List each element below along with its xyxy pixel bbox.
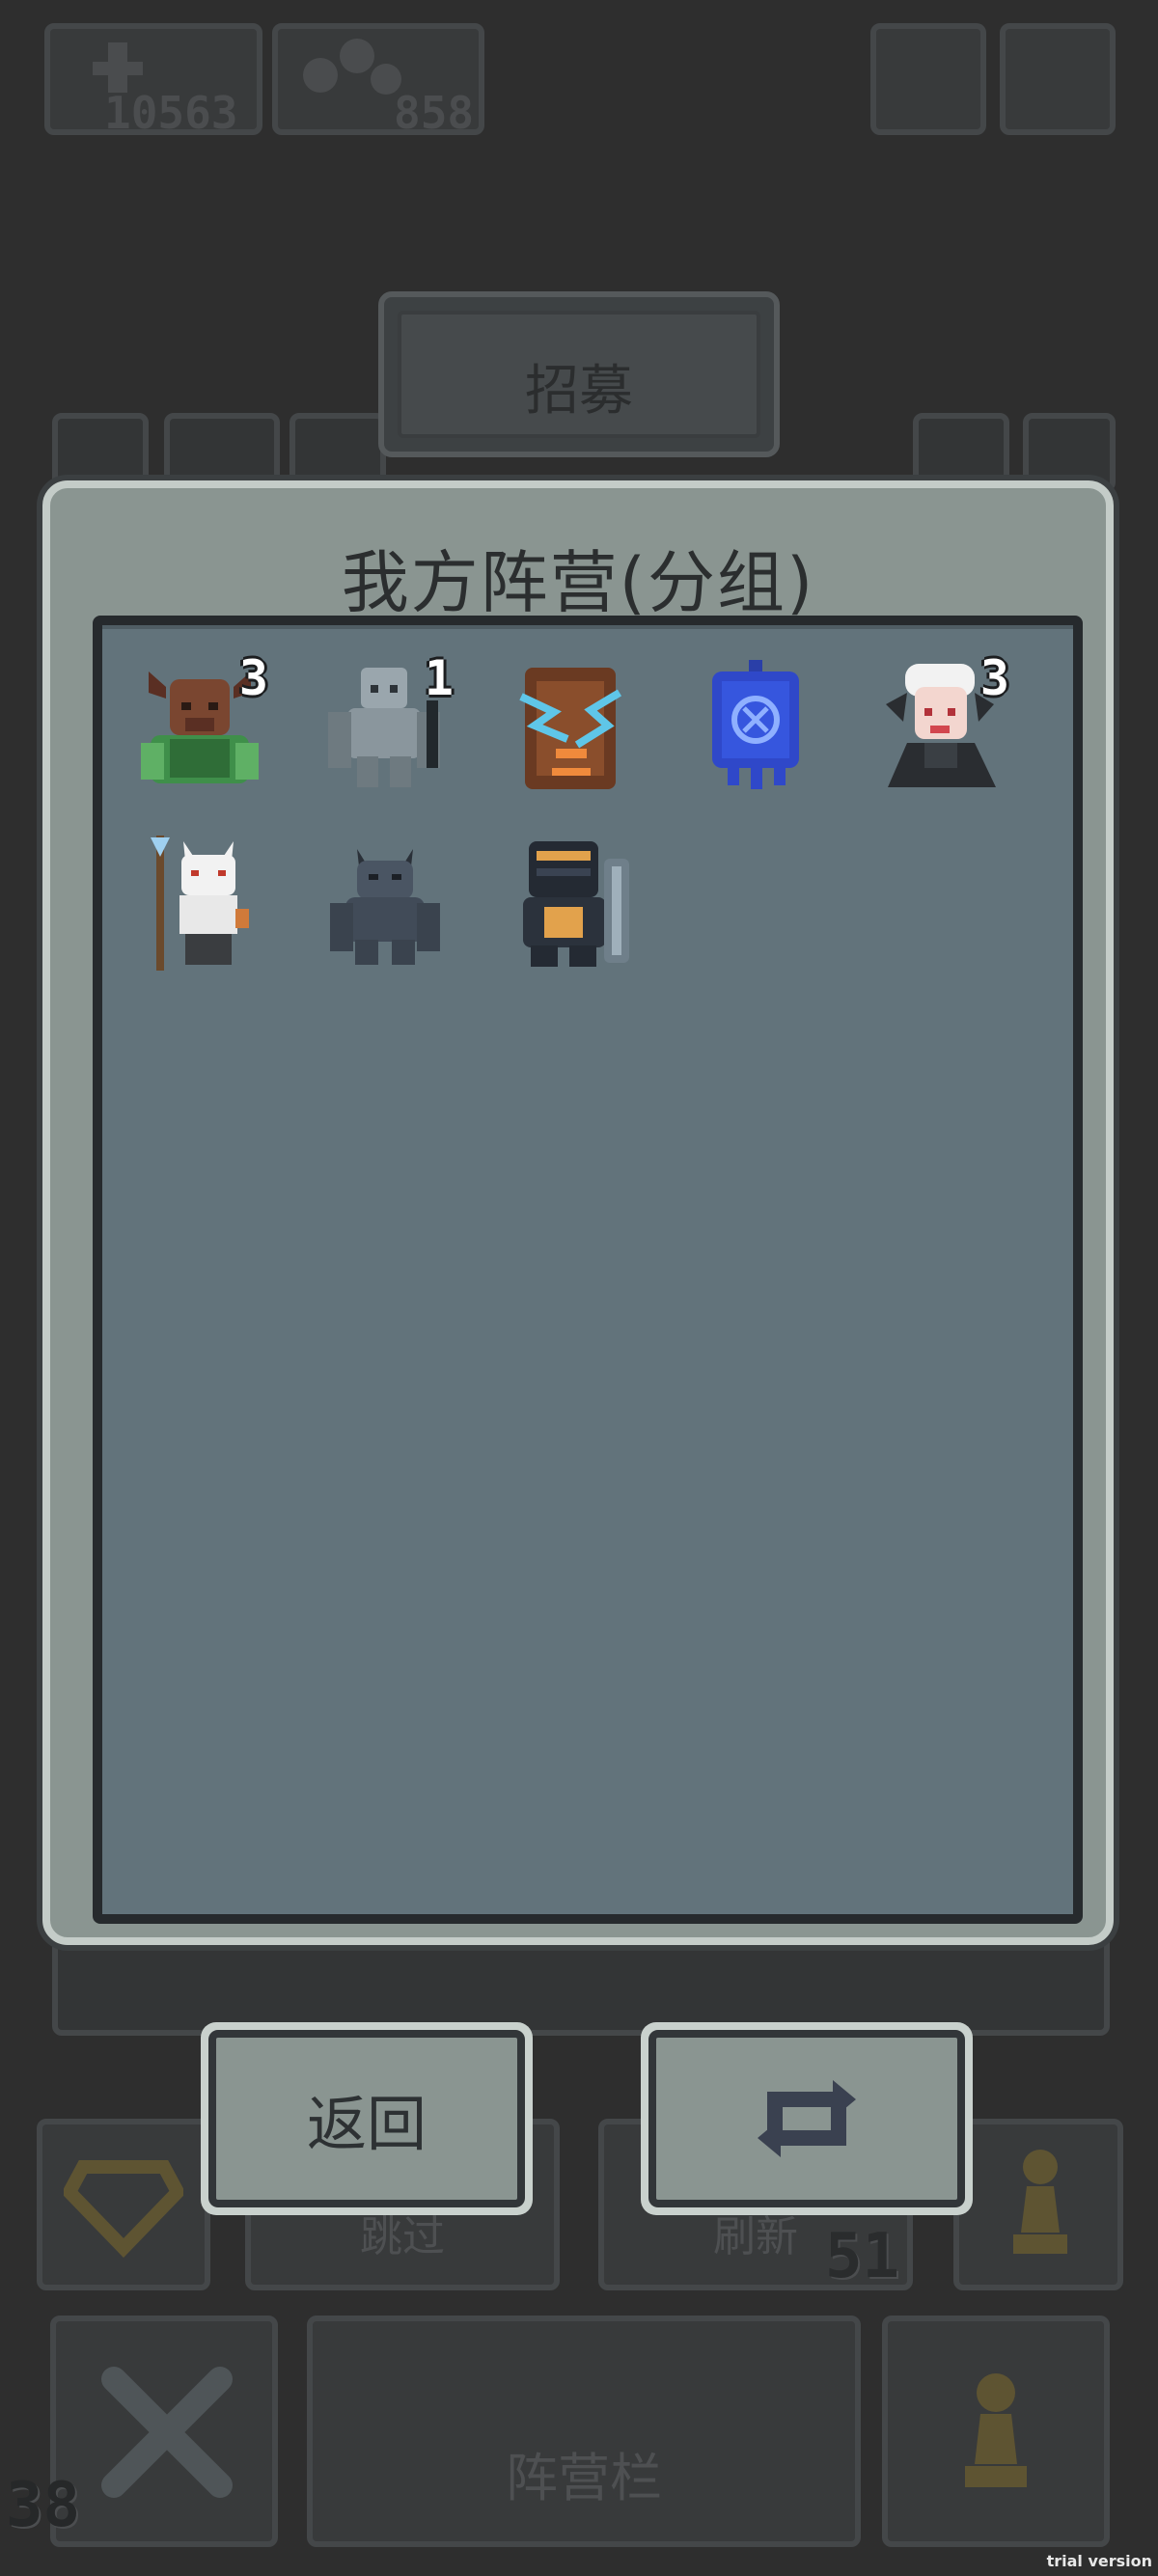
unit-grid: 3 1 3 [93, 616, 1083, 1924]
population-value: 10563 [104, 87, 238, 139]
pawn-icon [965, 2373, 1027, 2487]
back-button[interactable]: 返回 [201, 2022, 533, 2215]
faction-dialog: 我方阵营(分组) 3 1 3 [42, 480, 1114, 1945]
resource-panel: 858 [272, 23, 484, 139]
unit-slot[interactable] [498, 832, 643, 976]
pawn-button-top[interactable] [953, 2119, 1123, 2290]
unit-slot[interactable] [683, 654, 828, 799]
trial-watermark: trial version [1046, 2552, 1152, 2570]
camp-bar[interactable]: 阵营栏 [307, 2316, 861, 2547]
resource-value: 858 [394, 87, 475, 139]
unit-count-badge: 3 [979, 650, 1009, 706]
unit-slot[interactable]: 1 [313, 650, 457, 799]
fox-shaman-icon [151, 836, 249, 971]
gargoyle-icon [330, 849, 440, 965]
unit-count-badge: 1 [424, 650, 454, 706]
unit-slot[interactable] [498, 654, 643, 799]
menu-button[interactable] [870, 23, 986, 135]
rune-banner-icon [712, 660, 799, 789]
unit-slot[interactable]: 3 [868, 650, 1013, 799]
unit-slot[interactable] [127, 832, 272, 976]
gem-button[interactable] [37, 2119, 210, 2290]
camp-bar-label: 阵营栏 [506, 2448, 662, 2508]
level-value: 38 [6, 2470, 81, 2541]
armored-knight-icon [523, 841, 629, 967]
refresh-cost: 51 [824, 2221, 899, 2292]
sell-button[interactable] [50, 2316, 278, 2547]
settings-button[interactable] [1000, 23, 1116, 135]
dialog-title: 我方阵营(分组) [341, 543, 815, 622]
unit-slot[interactable] [313, 832, 457, 976]
unit-slot[interactable]: 3 [127, 650, 272, 799]
swap-button[interactable] [641, 2022, 973, 2215]
back-button-label: 返回 [306, 2089, 427, 2159]
swap-arrows-icon [758, 2080, 856, 2157]
tab-recruit[interactable]: 招募 [378, 291, 780, 457]
molecule-icon [303, 39, 401, 95]
treant-lightning-icon [519, 668, 622, 789]
crossed-swords-icon [101, 2367, 233, 2498]
pawn-button-bottom[interactable] [882, 2316, 1110, 2547]
tab-recruit-label: 招募 [525, 360, 633, 423]
population-panel: 10563 [44, 23, 262, 139]
pawn-icon [1013, 2150, 1067, 2254]
unit-count-badge: 3 [238, 650, 268, 706]
gem-icon [64, 2160, 183, 2258]
